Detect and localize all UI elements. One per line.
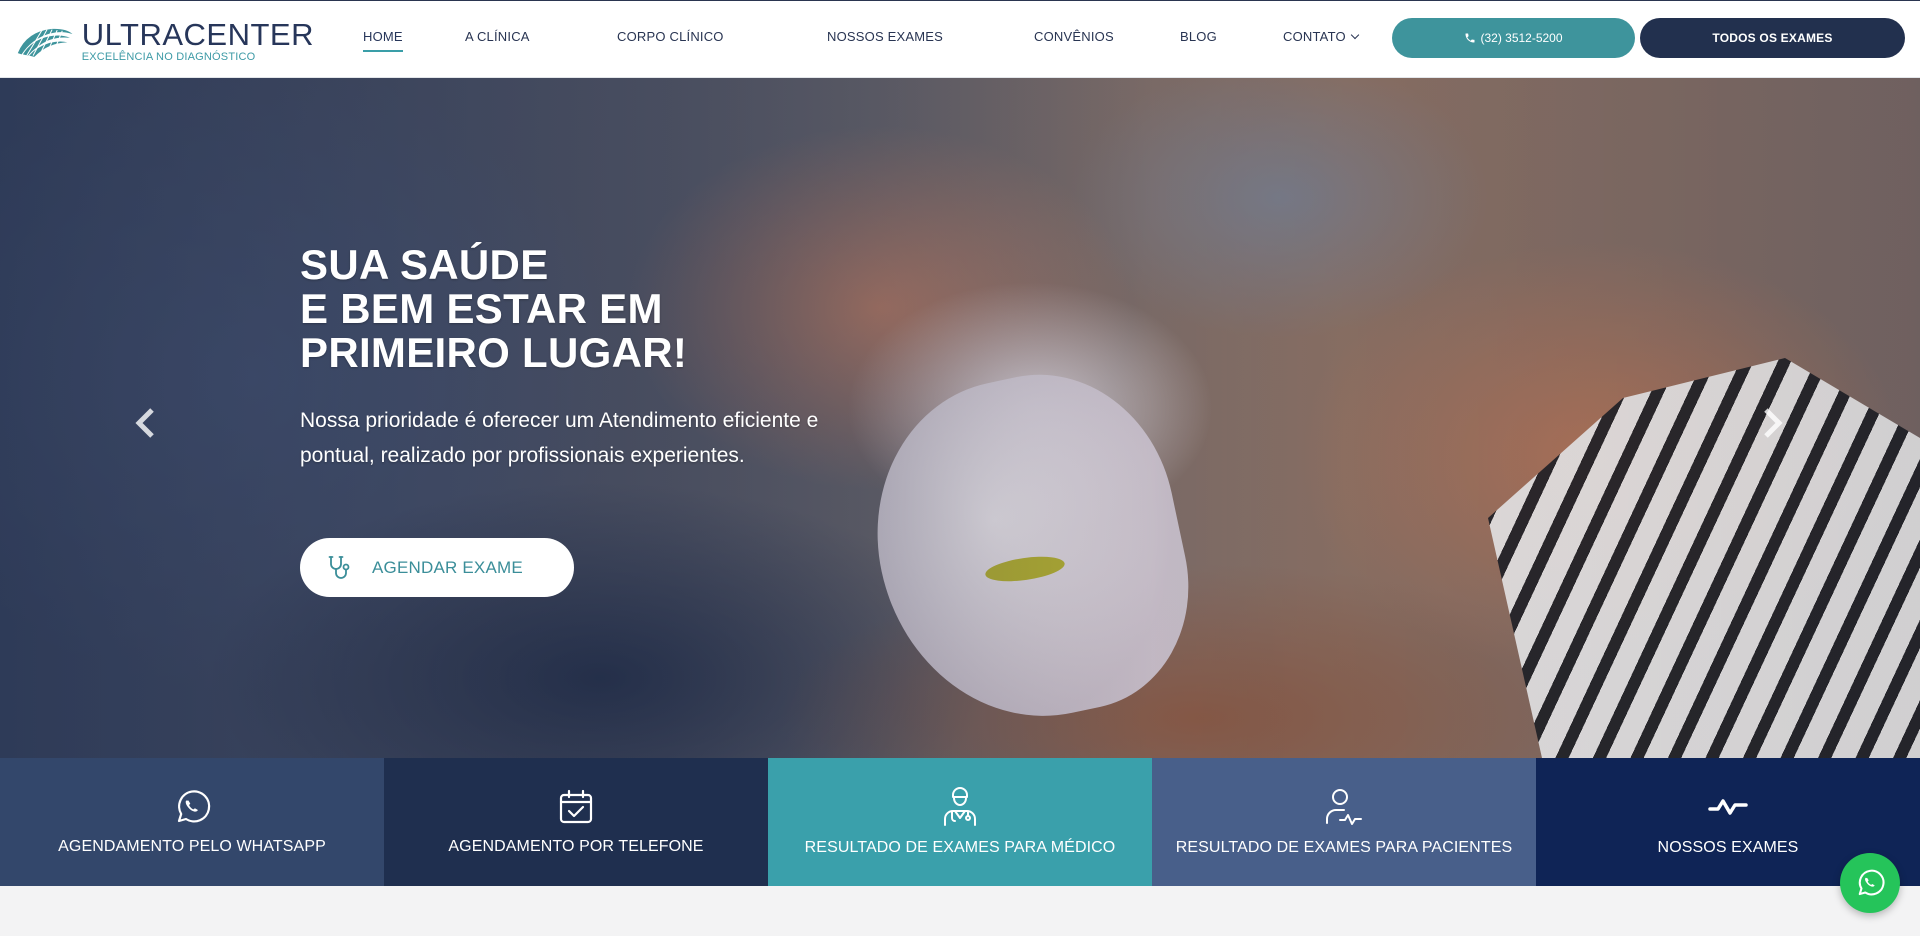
site-header: ULTRACENTER EXCELÊNCIA NO DIAGNÓSTICO HO… xyxy=(0,0,1920,78)
feature-whatsapp-label: AGENDAMENTO PELO WHATSAPP xyxy=(58,838,326,855)
chevron-right-icon xyxy=(1764,408,1783,438)
hero-title: SUA SAÚDE E BEM ESTAR EM PRIMEIRO LUGAR! xyxy=(300,243,820,375)
whatsapp-icon xyxy=(177,790,211,823)
hero-overlay xyxy=(0,78,1920,758)
phone-button[interactable]: (32) 3512-5200 xyxy=(1392,18,1635,58)
all-exams-button[interactable]: TODOS OS EXAMES xyxy=(1640,18,1905,58)
calendar-check-icon xyxy=(559,789,593,824)
feature-patient-label: RESULTADO DE EXAMES PARA PACIENTES xyxy=(1175,839,1513,856)
doctor-icon xyxy=(944,787,976,826)
hero-title-line-1: SUA SAÚDE xyxy=(300,241,549,288)
schedule-exam-button[interactable]: AGENDAR EXAME xyxy=(300,538,574,597)
nav-item-blog[interactable]: BLOG xyxy=(1180,29,1217,44)
nav-item-nossos-exames[interactable]: NOSSOS EXAMES xyxy=(827,29,943,44)
feature-whatsapp-scheduling[interactable]: AGENDAMENTO PELO WHATSAPP xyxy=(0,758,384,886)
nav-item-a-clinica[interactable]: A CLÍNICA xyxy=(465,29,530,44)
feature-doctor-label: RESULTADO DE EXAMES PARA MÉDICO xyxy=(804,839,1116,856)
brand-tagline: EXCELÊNCIA NO DIAGNÓSTICO xyxy=(81,50,256,63)
chevron-left-icon xyxy=(135,408,154,438)
feature-exams-label: NOSSOS EXAMES xyxy=(1657,839,1799,856)
stethoscope-icon xyxy=(328,555,350,579)
slider-prev-button[interactable] xyxy=(130,403,160,443)
nav-item-contato[interactable]: CONTATO xyxy=(1283,29,1360,44)
feature-phone-label: AGENDAMENTO POR TELEFONE xyxy=(448,838,704,855)
whatsapp-icon xyxy=(1858,869,1885,896)
pulse-icon xyxy=(1708,799,1748,815)
hero-slider: SUA SAÚDE E BEM ESTAR EM PRIMEIRO LUGAR!… xyxy=(0,78,1920,758)
phone-icon xyxy=(1465,33,1475,43)
feature-phone-scheduling[interactable]: AGENDAMENTO POR TELEFONE xyxy=(384,758,768,886)
feature-strip: AGENDAMENTO PELO WHATSAPP AGENDAMENTO PO… xyxy=(0,758,1920,886)
brand-name: ULTRACENTER xyxy=(81,16,314,52)
phone-number: (32) 3512-5200 xyxy=(1480,31,1563,45)
whatsapp-float-button[interactable] xyxy=(1840,853,1900,913)
logo-mark-icon xyxy=(17,28,73,57)
brand-logo[interactable]: ULTRACENTER EXCELÊNCIA NO DIAGNÓSTICO xyxy=(14,15,314,67)
patient-pulse-icon xyxy=(1326,789,1362,825)
slider-next-button[interactable] xyxy=(1758,403,1788,443)
feature-patient-results[interactable]: RESULTADO DE EXAMES PARA PACIENTES xyxy=(1152,758,1536,886)
nav-item-convenios[interactable]: CONVÊNIOS xyxy=(1034,29,1114,44)
nav-item-contato-label: CONTATO xyxy=(1283,29,1346,44)
hero-description: Nossa prioridade é oferecer um Atendimen… xyxy=(300,409,819,467)
schedule-exam-label: AGENDAR EXAME xyxy=(372,557,523,577)
chevron-down-icon xyxy=(1350,30,1360,40)
nav-item-home[interactable]: HOME xyxy=(363,29,403,52)
hero-title-line-2: E BEM ESTAR EM xyxy=(300,285,663,332)
feature-doctor-results[interactable]: RESULTADO DE EXAMES PARA MÉDICO xyxy=(768,758,1152,886)
hero-title-line-3: PRIMEIRO LUGAR! xyxy=(300,329,688,376)
nav-item-corpo-clinico[interactable]: CORPO CLÍNICO xyxy=(617,29,724,44)
